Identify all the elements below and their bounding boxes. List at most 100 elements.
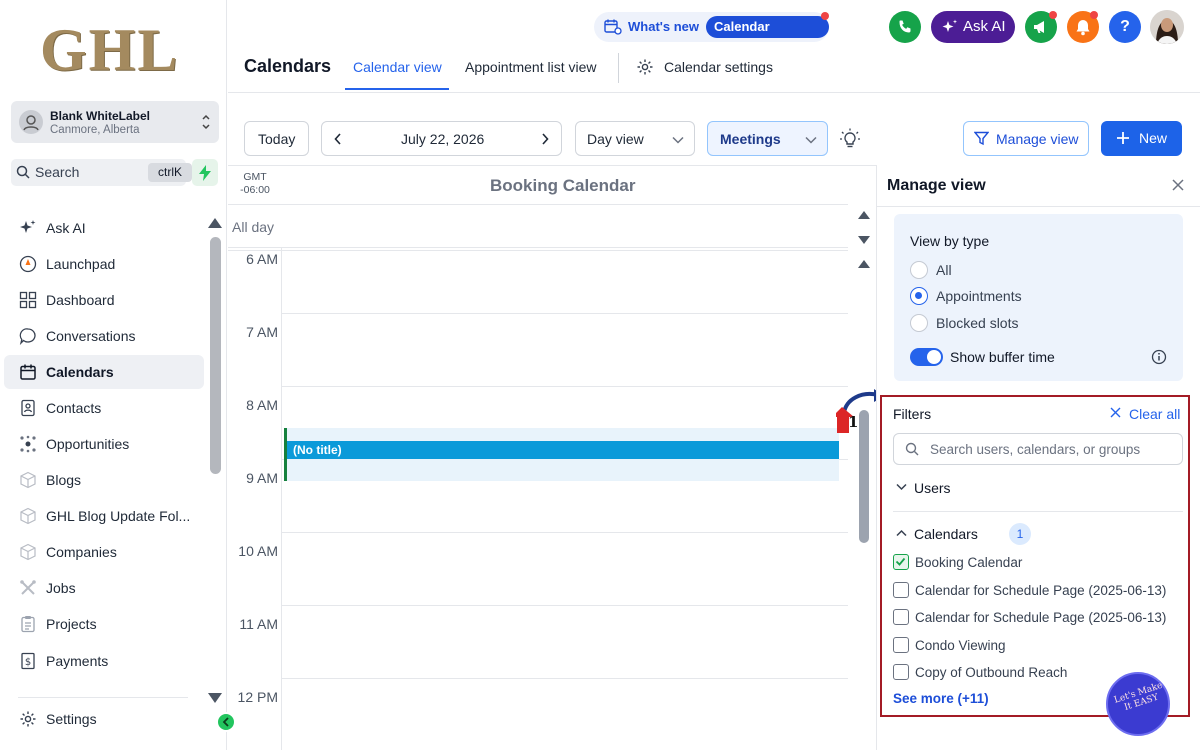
help-icon: ? (1120, 18, 1130, 35)
hour-label: 7 AM (246, 324, 278, 340)
sidebar-item-blogs[interactable]: Blogs (4, 463, 204, 497)
sidebar-item-projects[interactable]: Projects (4, 607, 204, 641)
checkbox[interactable] (893, 582, 909, 598)
rocket-icon (19, 255, 37, 273)
hour-label: 11 AM (239, 616, 278, 632)
allday-scroll-down-arrow[interactable] (857, 235, 871, 245)
search-shortcut-badge: ctrlK (148, 163, 192, 182)
grid-line (281, 386, 848, 387)
chevron-right-icon[interactable] (541, 133, 549, 145)
filters-search-input[interactable]: Search users, calendars, or groups (893, 433, 1183, 465)
see-more-link[interactable]: See more (+11) (893, 691, 989, 706)
grid-line (281, 532, 848, 533)
tab-divider (618, 53, 619, 83)
sidebar-item-label: Jobs (46, 580, 76, 596)
gear-icon (19, 710, 37, 728)
cube-icon (19, 507, 37, 525)
user-avatar[interactable] (1150, 10, 1184, 44)
dashboard-grid-icon (19, 291, 37, 309)
hour-label: 12 PM (237, 689, 278, 705)
ask-ai-label: Ask AI (963, 18, 1006, 35)
sidebar-item-label: Blogs (46, 472, 82, 488)
watermark-logo: Let's Make It EASY (1106, 672, 1170, 736)
sidebar-item-companies[interactable]: Companies (4, 535, 204, 569)
phone-button[interactable] (889, 11, 921, 43)
sidebar-item-conversations[interactable]: Conversations (4, 319, 204, 353)
hour-label: 10 AM (238, 543, 278, 559)
chevron-down-icon (896, 483, 907, 491)
tab-appointment-list-view[interactable]: Appointment list view (465, 59, 597, 75)
help-button[interactable]: ? (1109, 11, 1141, 43)
view-mode-select[interactable]: Day view (575, 121, 695, 156)
all-day-label: All day (232, 219, 275, 235)
manage-view-label: Manage view (996, 131, 1079, 147)
ask-ai-button[interactable]: Ask AI (931, 11, 1015, 43)
account-avatar-icon (19, 110, 43, 134)
sidebar-item-ask-ai[interactable]: Ask AI (4, 211, 204, 245)
header-divider (228, 92, 1200, 93)
sidebar-scroll-down-arrow[interactable] (207, 692, 223, 704)
sidebar-item-calendars[interactable]: Calendars (4, 355, 204, 389)
sidebar-item-payments[interactable]: $ Payments (4, 644, 204, 678)
sidebar-item-ghl-blog-update[interactable]: GHL Blog Update Fol... (4, 499, 204, 533)
filters-section-highlight: Filters Clear all Search users, calendar… (880, 395, 1190, 717)
hour-label: 8 AM (246, 397, 278, 413)
search-icon (16, 165, 30, 179)
chevron-left-icon[interactable] (334, 133, 342, 145)
radio-appointments[interactable] (910, 287, 928, 305)
sidebar-scrollbar[interactable] (210, 237, 221, 474)
calendar-column-title: Booking Calendar (490, 176, 636, 195)
manage-view-button[interactable]: Manage view (963, 121, 1089, 156)
whats-new-banner[interactable]: What's new Calendar updates (594, 12, 829, 56)
sidebar-scroll-up-arrow[interactable] (207, 217, 223, 229)
brand-logo[interactable]: GHL (40, 20, 190, 80)
hour-label: 9 AM (246, 470, 278, 486)
chevron-down-icon (805, 136, 817, 144)
lightbulb-icon[interactable] (839, 128, 861, 150)
checkbox[interactable] (893, 637, 909, 653)
account-switcher[interactable]: Blank WhiteLabel Canmore, Alberta (11, 101, 219, 143)
today-button[interactable]: Today (244, 121, 309, 156)
calendar-filter-label: Copy of Outbound Reach (915, 665, 1068, 680)
allday-scroll-up-arrow[interactable] (857, 210, 871, 220)
sidebar-item-dashboard[interactable]: Dashboard (4, 283, 204, 317)
sidebar-item-launchpad[interactable]: Launchpad (4, 247, 204, 281)
sidebar-item-label: Projects (46, 616, 97, 632)
calendar-updates-pill[interactable]: Calendar updates (706, 16, 829, 56)
sidebar-item-label: Calendars (46, 364, 114, 380)
radio-all[interactable] (910, 261, 928, 279)
sidebar-item-contacts[interactable]: Contacts (4, 391, 204, 425)
calendars-count-badge: 1 (1009, 523, 1031, 545)
buffer-time-toggle[interactable] (910, 348, 943, 366)
timezone-line-1: GMT (243, 171, 267, 183)
announcements-badge (1049, 11, 1057, 19)
checkbox[interactable] (893, 664, 909, 680)
sidebar-divider (18, 697, 188, 698)
sidebar-item-opportunities[interactable]: Opportunities (4, 427, 204, 461)
chevron-down-icon (672, 136, 684, 144)
checkbox-checked[interactable] (893, 554, 909, 570)
clear-all-label: Clear all (1129, 406, 1181, 422)
step-number: 1 (848, 413, 859, 431)
tab-calendar-settings-label: Calendar settings (664, 59, 773, 75)
radio-blocked-slots[interactable] (910, 314, 928, 332)
checkbox[interactable] (893, 609, 909, 625)
users-section-label: Users (914, 480, 951, 496)
info-icon[interactable] (1151, 349, 1167, 365)
new-button[interactable]: New (1101, 121, 1182, 156)
grid-line (228, 247, 848, 248)
quick-action-button[interactable] (192, 159, 218, 186)
current-date: July 22, 2026 (401, 131, 485, 147)
sidebar-item-jobs[interactable]: Jobs (4, 571, 204, 605)
grid-scroll-up-arrow[interactable] (857, 259, 871, 269)
event-title-bar[interactable]: (No title) (287, 441, 839, 459)
tab-calendar-view[interactable]: Calendar view (353, 59, 442, 75)
cube-icon (19, 543, 37, 561)
close-icon[interactable] (1172, 179, 1184, 191)
sidebar-search[interactable]: Search ctrlK (11, 159, 192, 186)
sidebar-item-settings[interactable]: Settings (4, 702, 204, 736)
plus-icon (1116, 131, 1130, 145)
sidebar-item-label: Launchpad (46, 256, 116, 272)
calendar-select[interactable]: Meetings (707, 121, 828, 156)
notification-dot (821, 12, 829, 20)
